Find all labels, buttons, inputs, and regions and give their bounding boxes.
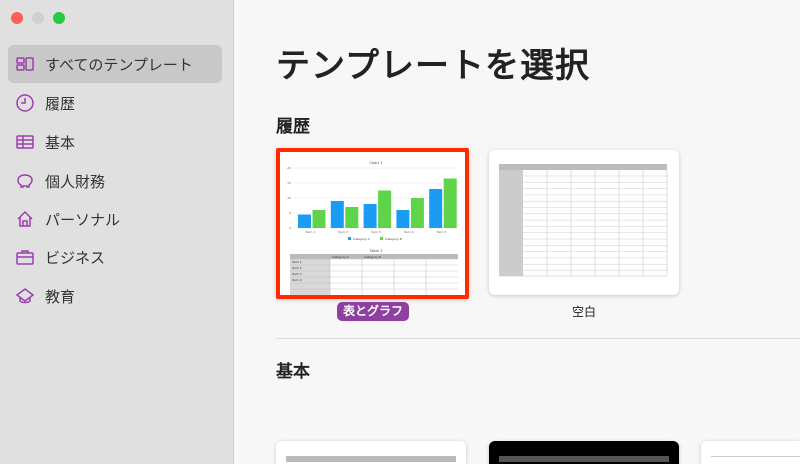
- bar: [312, 210, 326, 228]
- table-title: Table 1: [369, 249, 382, 253]
- table-cell: Item 3: [292, 272, 302, 276]
- sidebar-item-label: 個人財務: [45, 172, 106, 191]
- x-tick-label: Item 2: [338, 230, 348, 234]
- y-tick-label: 15: [287, 181, 291, 185]
- legend-swatch: [348, 237, 351, 240]
- sidebar-item-label: すべてのテンプレート: [45, 55, 193, 74]
- window-controls: [11, 12, 65, 24]
- template-label-blank: 空白: [572, 305, 597, 319]
- bar: [410, 198, 424, 228]
- table-cell: Item 4: [292, 278, 302, 282]
- y-tick-label: 5: [289, 211, 291, 215]
- chart-preview: Chart 1 0 5 10 15 20 Item 1 Item 2 Item 3 Item 4 I…: [287, 161, 458, 295]
- bar: [429, 189, 443, 228]
- table-header-preview: [499, 456, 669, 462]
- x-tick-label: Item 4: [404, 230, 414, 234]
- bar: [363, 204, 377, 228]
- sidebar-item-personal[interactable]: パーソナル: [8, 200, 222, 238]
- main-content: テンプレートを選択 履歴 Chart 1 0 5 10 15 20 Item 1 Item 2…: [234, 0, 800, 464]
- grid-icon: [16, 57, 34, 71]
- sidebar-item-education[interactable]: 教育: [8, 277, 222, 315]
- bar: [345, 207, 359, 228]
- chart-gridline-preview: [711, 456, 800, 457]
- sidebar-item-label: 履歴: [45, 94, 76, 113]
- bar: [396, 210, 410, 228]
- legend-swatch: [380, 237, 383, 240]
- house-icon: [17, 210, 33, 227]
- table-cell: Item 2: [292, 266, 302, 270]
- section-heading-basic: 基本: [276, 362, 310, 382]
- x-tick-label: Item 5: [437, 230, 447, 234]
- table-icon: [16, 135, 34, 149]
- y-tick-label: 10: [287, 196, 291, 200]
- sidebar-item-label: パーソナル: [45, 210, 121, 229]
- legend-label: Category A: [353, 237, 371, 241]
- clock-icon: [16, 94, 34, 112]
- table-column-header: Category A: [332, 255, 350, 259]
- sidebar-item-recent[interactable]: 履歴: [8, 84, 222, 122]
- sidebar-item-all-templates[interactable]: すべてのテンプレート: [8, 45, 222, 83]
- sidebar: すべてのテンプレート 履歴 基本 個人財務 パーソナル ビジネス 教育: [0, 0, 234, 464]
- template-basic-blank[interactable]: [276, 441, 466, 464]
- x-tick-label: Item 1: [306, 230, 316, 234]
- template-basic-dark[interactable]: [489, 441, 679, 464]
- bar: [443, 178, 457, 228]
- template-basic-chart[interactable]: [701, 441, 800, 464]
- sidebar-item-business[interactable]: ビジネス: [8, 238, 222, 276]
- x-tick-label: Item 3: [371, 230, 381, 234]
- close-button[interactable]: [11, 12, 23, 24]
- template-blank[interactable]: [489, 150, 679, 295]
- page-title: テンプレートを選択: [276, 46, 590, 86]
- minimize-button[interactable]: [32, 12, 44, 24]
- template-label-selected: 表とグラフ: [337, 302, 409, 321]
- legend-label: Category B: [385, 237, 402, 241]
- briefcase-icon: [16, 250, 34, 265]
- bar: [330, 201, 344, 228]
- table-header-preview: [286, 456, 456, 462]
- section-heading-recent: 履歴: [276, 117, 310, 137]
- bar: [298, 214, 311, 228]
- sidebar-item-label: ビジネス: [45, 248, 106, 267]
- table-cell: Item 1: [292, 260, 302, 264]
- piggy-bank-icon: [17, 174, 33, 188]
- graduation-cap-icon: [15, 288, 35, 304]
- blank-table-preview: [499, 164, 668, 277]
- y-tick-label: 20: [287, 166, 291, 170]
- section-divider: [276, 338, 800, 339]
- table-column-header: Category B: [364, 255, 381, 259]
- template-charts-and-tables[interactable]: Chart 1 0 5 10 15 20 Item 1 Item 2 Item 3 Item 4 I…: [276, 148, 469, 299]
- sidebar-item-personal-finance[interactable]: 個人財務: [8, 162, 222, 200]
- zoom-button[interactable]: [53, 12, 65, 24]
- chart-title: Chart 1: [370, 161, 383, 165]
- sidebar-item-basic[interactable]: 基本: [8, 123, 222, 161]
- sidebar-item-label: 教育: [45, 287, 76, 306]
- y-tick-label: 0: [289, 226, 291, 230]
- sidebar-item-label: 基本: [45, 133, 76, 152]
- bar: [378, 190, 392, 228]
